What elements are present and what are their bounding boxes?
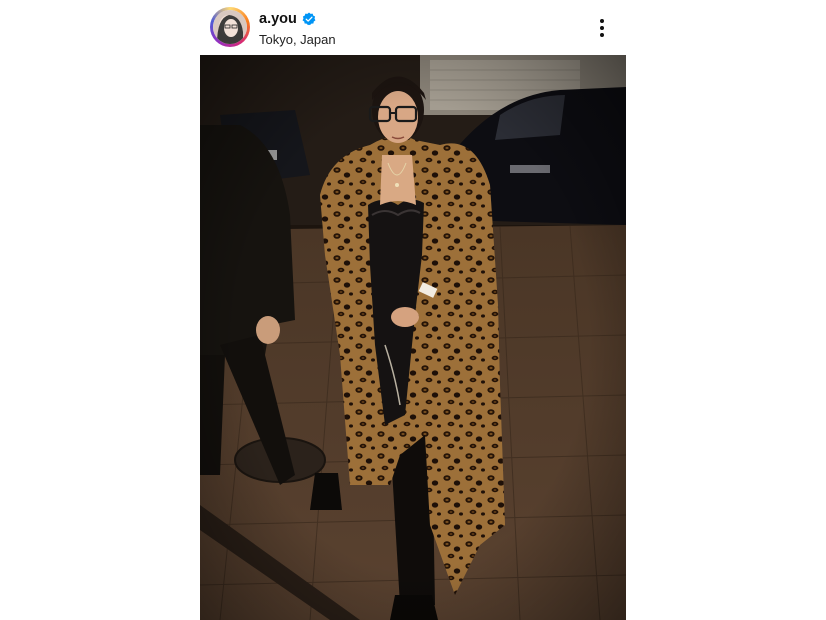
photo-image	[200, 55, 626, 620]
more-vertical-icon	[600, 19, 604, 37]
post-location[interactable]: Tokyo, Japan	[259, 32, 336, 47]
more-options-button[interactable]	[592, 14, 612, 42]
post-photo[interactable]	[200, 55, 626, 620]
verified-badge-icon	[302, 12, 316, 26]
profile-avatar[interactable]	[213, 10, 247, 44]
story-ring[interactable]	[210, 7, 250, 47]
post-header: a.you Tokyo, Japan	[200, 0, 626, 55]
username-row: a.you	[259, 9, 316, 29]
instagram-post: a.you Tokyo, Japan	[200, 0, 626, 620]
username[interactable]: a.you	[259, 11, 297, 27]
avatar-image	[213, 10, 247, 44]
